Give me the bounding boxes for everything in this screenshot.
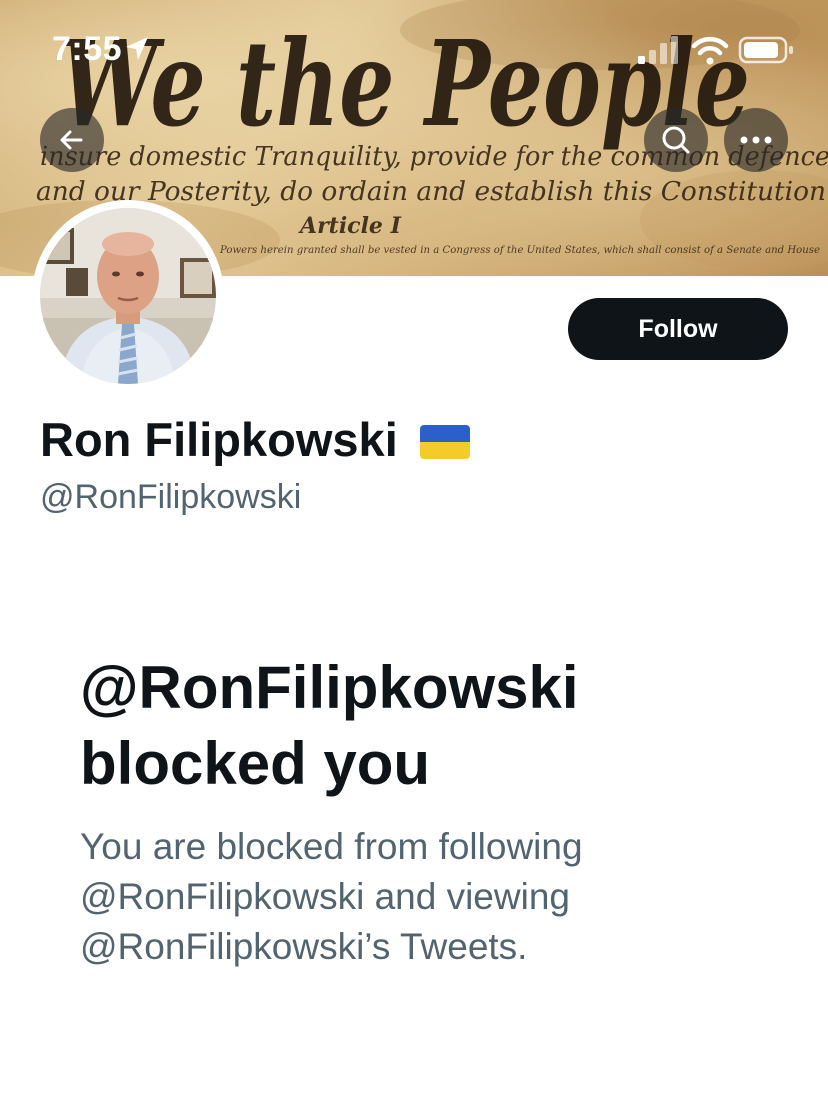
- cellular-signal-icon: [638, 36, 678, 64]
- blocked-desc-line-3: @RonFilipkowski’s Tweets.: [80, 926, 528, 967]
- status-time: 7:55: [52, 30, 123, 68]
- banner-script-line-3: Powers herein granted shall be vested in…: [219, 245, 820, 256]
- search-icon: [662, 126, 690, 154]
- more-options-button[interactable]: [724, 108, 788, 172]
- blocked-title-line-1: @RonFilipkowski: [80, 654, 579, 721]
- blocked-title: @RonFilipkowski blocked you: [80, 650, 780, 802]
- avatar-photo: [40, 208, 216, 384]
- blocked-desc-line-1: You are blocked from following: [80, 826, 583, 867]
- more-horizontal-icon: [740, 136, 772, 144]
- banner-script-line-1: insure domestic Tranquility, provide for…: [40, 142, 828, 172]
- profile-page: We the People insure domestic Tranquilit…: [0, 0, 828, 1114]
- blocked-description: You are blocked from following @RonFilip…: [80, 822, 800, 972]
- banner-script-article: Article I: [298, 213, 402, 239]
- battery-icon: [738, 36, 793, 64]
- blocked-desc-line-2: @RonFilipkowski and viewing: [80, 876, 570, 917]
- profile-display-name-row: Ron Filipkowski: [40, 412, 470, 467]
- ukraine-flag-icon: [419, 424, 470, 459]
- profile-avatar[interactable]: [32, 200, 224, 392]
- arrow-left-icon: [60, 130, 83, 150]
- status-icons: [638, 36, 793, 65]
- profile-display-name: Ron Filipkowski: [40, 413, 398, 466]
- back-button[interactable]: [40, 108, 104, 172]
- blocked-title-line-2: blocked you: [80, 730, 431, 797]
- banner-script-line-2: and our Posterity, do ordain and establi…: [36, 177, 826, 207]
- profile-handle: @RonFilipkowski: [40, 478, 302, 516]
- search-button[interactable]: [644, 108, 708, 172]
- location-arrow-icon: [126, 37, 148, 60]
- follow-button[interactable]: Follow: [568, 298, 788, 360]
- wifi-icon: [691, 36, 729, 65]
